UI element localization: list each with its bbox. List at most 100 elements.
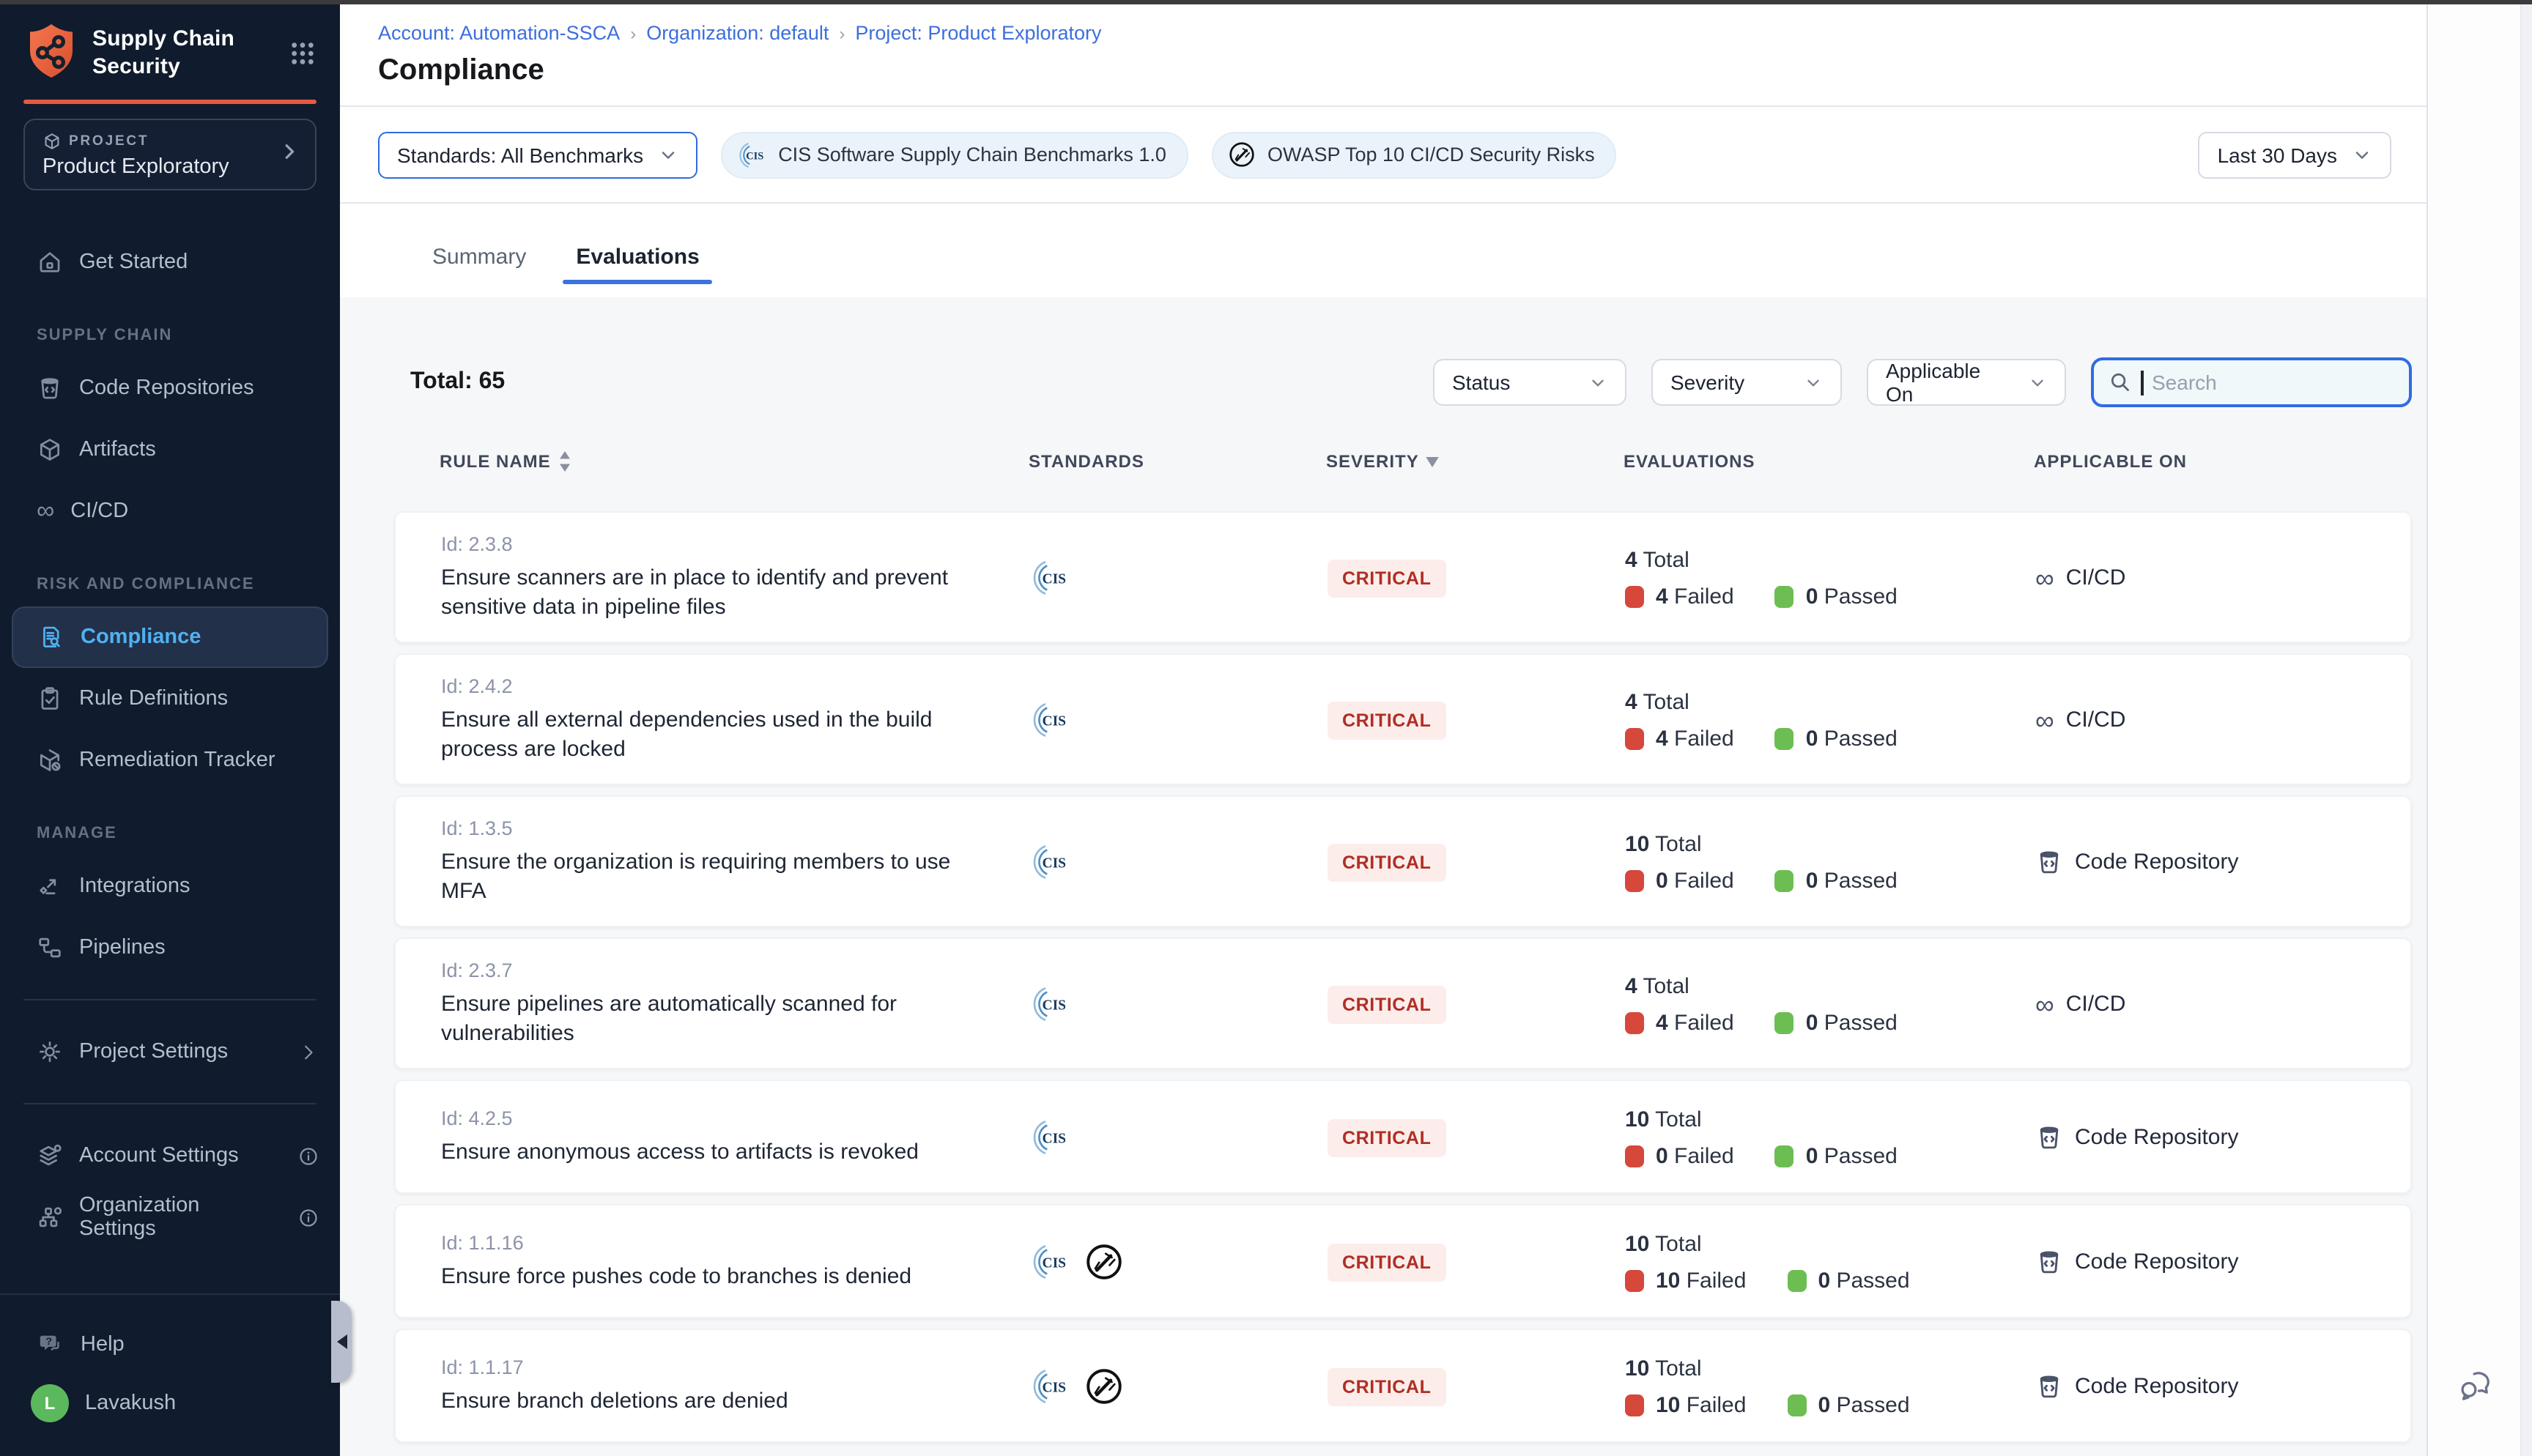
info-icon[interactable] xyxy=(297,1206,319,1228)
tab-evaluations[interactable]: Evaluations xyxy=(569,245,706,293)
rule-name-cell: Id: 1.3.5 Ensure the organization is req… xyxy=(441,817,1030,907)
brand-row: Supply ChainSecurity xyxy=(0,4,340,83)
sidebar-footer: ? Help L Lavakush xyxy=(0,1293,340,1456)
sidebar-collapse-handle[interactable] xyxy=(331,1301,352,1383)
failed-square-icon xyxy=(1625,1269,1644,1291)
failed-square-icon xyxy=(1625,869,1644,891)
page-scrollbar[interactable] xyxy=(2520,4,2532,1456)
search-input[interactable] xyxy=(2152,371,2372,394)
rule-id: Id: 4.2.5 xyxy=(441,1107,989,1129)
support-chat-icon[interactable] xyxy=(2457,1367,2494,1403)
standards-cell: CIS xyxy=(1030,558,1328,598)
sidebar-item-compliance[interactable]: Compliance xyxy=(12,606,328,668)
rule-name-cell: Id: 2.3.7 Ensure pipelines are automatic… xyxy=(441,959,1030,1049)
applicable-on-filter-dropdown[interactable]: Applicable On xyxy=(1867,359,2066,406)
info-icon[interactable] xyxy=(297,1145,319,1167)
rule-row-id-1-3-5[interactable]: Id: 1.3.5 Ensure the organization is req… xyxy=(394,795,2412,927)
standards-cell: CIS xyxy=(1030,984,1328,1024)
breadcrumb-account-link[interactable]: Account: Automation-SSCA xyxy=(378,22,620,44)
sidebar-item-account-settings[interactable]: Account Settings xyxy=(0,1125,340,1186)
cicd-infinity-icon: ∞ xyxy=(2035,568,2054,588)
status-filter-dropdown[interactable]: Status xyxy=(1433,359,1626,406)
sidebar-item-label: Remediation Tracker xyxy=(79,749,275,772)
failed-square-icon xyxy=(1625,1394,1644,1416)
apps-grid-icon[interactable] xyxy=(286,36,319,70)
sidebar-item-remediation-tracker[interactable]: Remediation Tracker xyxy=(0,729,340,791)
severity-badge: CRITICAL xyxy=(1328,1243,1445,1281)
passed-square-icon xyxy=(1775,727,1794,749)
page-title: Compliance xyxy=(378,54,2426,88)
sort-both-icon[interactable] xyxy=(558,451,571,472)
sidebar-item-label: Organization Settings xyxy=(79,1194,281,1241)
rule-name: Ensure all external dependencies used in… xyxy=(441,706,989,765)
rule-name: Ensure force pushes code to branches is … xyxy=(441,1263,989,1292)
tab-summary[interactable]: Summary xyxy=(425,245,533,293)
sidebar-item-label: Pipelines xyxy=(79,936,166,959)
passed-square-icon xyxy=(1775,869,1794,891)
rule-row-id-1-1-16[interactable]: Id: 1.1.16 Ensure force pushes code to b… xyxy=(394,1204,2412,1318)
applicable-on-cell: Code Repository xyxy=(2035,848,2381,876)
severity-filter-dropdown[interactable]: Severity xyxy=(1651,359,1842,406)
window-top-edge xyxy=(0,0,2532,4)
applicable-on-label: Code Repository xyxy=(2075,850,2238,874)
sidebar-section-manage: MANAGE xyxy=(0,811,340,855)
rule-row-id-4-2-5[interactable]: Id: 4.2.5 Ensure anonymous access to art… xyxy=(394,1080,2412,1194)
standard-chip-cis[interactable]: CIS CIS Software Supply Chain Benchmarks… xyxy=(721,131,1188,178)
box-wrench-icon xyxy=(37,747,63,773)
standard-chip-owasp[interactable]: OWASP Top 10 CI/CD Security Risks xyxy=(1212,131,1617,178)
owasp-logo-icon xyxy=(1084,1367,1124,1406)
cis-logo-icon: CIS xyxy=(1030,984,1070,1024)
svg-text:CIS: CIS xyxy=(1043,1256,1067,1271)
sidebar-item-rule-definitions[interactable]: Rule Definitions xyxy=(0,668,340,729)
owasp-logo-icon xyxy=(1228,141,1256,168)
rule-id: Id: 2.4.2 xyxy=(441,675,989,697)
evaluations-passed: 0 Passed xyxy=(1775,1010,1898,1035)
evaluations-passed: 0 Passed xyxy=(1775,1143,1898,1168)
search-field[interactable] xyxy=(2091,357,2412,407)
column-header-applicable-on: APPLICABLE ON xyxy=(2034,451,2383,472)
sidebar-item-artifacts[interactable]: Artifacts xyxy=(0,419,340,480)
date-range-dropdown[interactable]: Last 30 Days xyxy=(2199,131,2391,178)
rule-id: Id: 1.1.17 xyxy=(441,1356,989,1378)
page-header: Account: Automation-SSCA › Organization:… xyxy=(340,4,2426,107)
help-chat-icon: ? xyxy=(37,1331,64,1359)
applicable-on-cell: Code Repository xyxy=(2035,1373,2381,1400)
evaluations-failed: 4 Failed xyxy=(1625,584,1734,609)
svg-text:CIS: CIS xyxy=(1043,1381,1067,1396)
evaluations-cell: 10 Total 10 Failed 0 Passed xyxy=(1625,1356,2035,1417)
severity-cell: CRITICAL xyxy=(1328,843,1625,881)
standards-dropdown[interactable]: Standards: All Benchmarks xyxy=(378,131,697,178)
sidebar-item-pipelines[interactable]: Pipelines xyxy=(0,917,340,978)
rule-name: Ensure pipelines are automatically scann… xyxy=(441,990,989,1049)
chevron-right-icon xyxy=(278,140,300,169)
user-avatar: L xyxy=(31,1384,69,1422)
breadcrumb-organization-link[interactable]: Organization: default xyxy=(646,22,829,44)
rule-name: Ensure branch deletions are denied xyxy=(441,1387,989,1416)
rule-row-id-2-4-2[interactable]: Id: 2.4.2 Ensure all external dependenci… xyxy=(394,653,2412,785)
applicable-on-label: Code Repository xyxy=(2075,1374,2238,1399)
evaluations-total: 4 Total xyxy=(1625,973,2035,998)
sidebar-item-ci-cd[interactable]: ∞CI/CD xyxy=(0,480,340,542)
sidebar-item-user[interactable]: L Lavakush xyxy=(0,1374,340,1433)
doc-search-icon xyxy=(38,624,64,650)
search-icon xyxy=(2109,371,2132,394)
breadcrumb-project-link[interactable]: Project: Product Exploratory xyxy=(855,22,1101,44)
sidebar-item-help[interactable]: ? Help xyxy=(0,1315,340,1374)
sidebar-item-organization-settings[interactable]: Organization Settings xyxy=(0,1186,340,1248)
severity-badge: CRITICAL xyxy=(1328,701,1445,739)
sidebar-item-project-settings[interactable]: Project Settings xyxy=(0,1021,340,1082)
evaluations-passed: 0 Passed xyxy=(1787,1268,1909,1293)
passed-square-icon xyxy=(1787,1269,1806,1291)
sort-down-icon[interactable] xyxy=(1426,456,1440,467)
rule-row-id-2-3-7[interactable]: Id: 2.3.7 Ensure pipelines are automatic… xyxy=(394,937,2412,1069)
applicable-on-label: Code Repository xyxy=(2075,1249,2238,1274)
sidebar-item-integrations[interactable]: Integrations xyxy=(0,855,340,917)
project-selector[interactable]: PROJECT Product Exploratory xyxy=(23,119,316,190)
rule-row-id-2-3-8[interactable]: Id: 2.3.8 Ensure scanners are in place t… xyxy=(394,511,2412,643)
cube-icon xyxy=(37,437,63,463)
passed-square-icon xyxy=(1775,585,1794,607)
text-caret xyxy=(2141,370,2143,395)
sidebar-item-get-started[interactable]: Get Started xyxy=(0,231,340,293)
sidebar-item-code-repositories[interactable]: Code Repositories xyxy=(0,357,340,419)
rule-row-id-1-1-17[interactable]: Id: 1.1.17 Ensure branch deletions are d… xyxy=(394,1329,2412,1443)
